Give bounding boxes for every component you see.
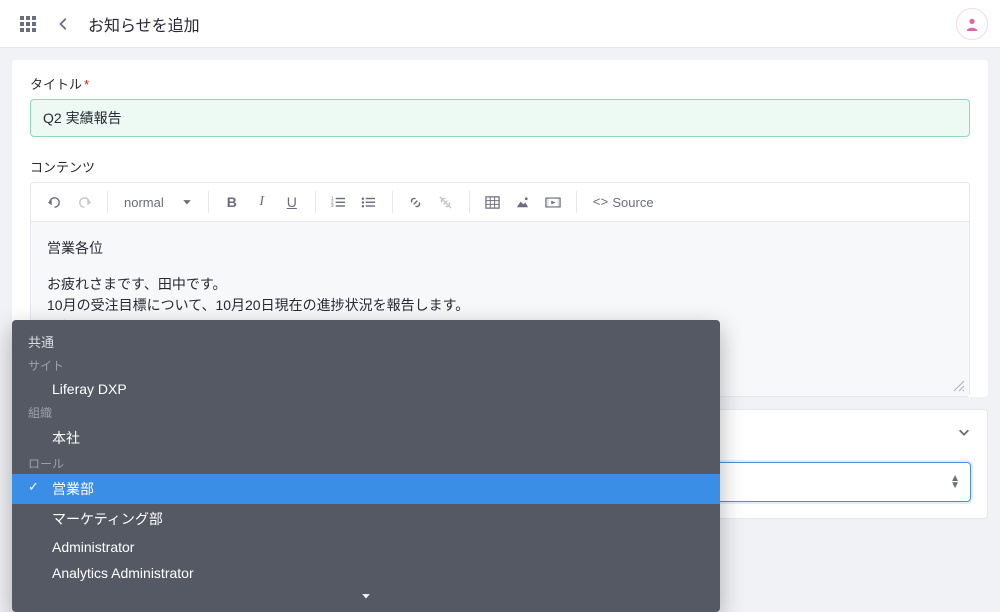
- toolbar-separator: [208, 191, 209, 213]
- svg-text:3: 3: [331, 203, 334, 208]
- editor-line: 10月の受注目標について、10月20日現在の進捗状況を報告します。: [47, 295, 953, 317]
- content-label: コンテンツ: [30, 157, 970, 176]
- dropdown-item-administrator[interactable]: Administrator: [12, 534, 720, 560]
- toolbar-separator: [392, 191, 393, 213]
- dropdown-subheader-role: ロール: [12, 453, 720, 474]
- editor-line: お疲れさまです、田中です。: [47, 274, 953, 296]
- dropdown-subheader-site: サイト: [12, 355, 720, 376]
- unordered-list-button[interactable]: [354, 187, 384, 217]
- page-title: お知らせを追加: [88, 12, 200, 36]
- redo-button[interactable]: [69, 187, 99, 217]
- title-label: タイトル*: [30, 74, 970, 93]
- dropdown-item-marketing[interactable]: マーケティング部: [12, 504, 720, 534]
- toolbar-separator: [469, 191, 470, 213]
- italic-button[interactable]: I: [247, 187, 277, 217]
- source-label: Source: [612, 195, 653, 210]
- topbar: お知らせを追加: [0, 0, 1000, 48]
- title-input[interactable]: [30, 99, 970, 137]
- dropdown-more-indicator[interactable]: [12, 586, 720, 612]
- code-icon: <>: [593, 195, 609, 210]
- text-style-select[interactable]: normal: [116, 187, 200, 217]
- source-button[interactable]: <>Source: [585, 187, 662, 217]
- select-arrows-icon: ▲▼: [950, 475, 960, 489]
- underline-button[interactable]: U: [277, 187, 307, 217]
- ordered-list-button[interactable]: 123: [324, 187, 354, 217]
- title-label-text: タイトル: [30, 77, 82, 92]
- avatar[interactable]: [956, 8, 988, 40]
- toolbar-separator: [107, 191, 108, 213]
- dropdown-group-common[interactable]: 共通: [12, 328, 720, 355]
- bold-button[interactable]: B: [217, 187, 247, 217]
- editor-line: 営業各位: [47, 238, 953, 260]
- image-button[interactable]: [508, 187, 538, 217]
- back-button[interactable]: [48, 8, 80, 40]
- table-button[interactable]: [478, 187, 508, 217]
- toolbar-separator: [315, 191, 316, 213]
- apps-icon[interactable]: [12, 8, 44, 40]
- dropdown-item-analytics-admin[interactable]: Analytics Administrator: [12, 560, 720, 586]
- dropdown-item-honsha[interactable]: 本社: [12, 423, 720, 453]
- unlink-button[interactable]: [431, 187, 461, 217]
- editor-toolbar: normal B I U 123: [31, 183, 969, 222]
- caret-down-icon: [182, 197, 192, 207]
- toolbar-separator: [576, 191, 577, 213]
- resize-handle-icon[interactable]: [951, 378, 965, 392]
- video-button[interactable]: [538, 187, 568, 217]
- dropdown-item-liferay-dxp[interactable]: Liferay DXP: [12, 376, 720, 402]
- chevron-down-icon: [957, 425, 971, 439]
- required-mark: *: [84, 77, 89, 92]
- text-style-label: normal: [124, 195, 164, 210]
- link-button[interactable]: [401, 187, 431, 217]
- dropdown-subheader-org: 組織: [12, 402, 720, 423]
- undo-button[interactable]: [39, 187, 69, 217]
- dropdown-item-sales[interactable]: 営業部: [12, 474, 720, 504]
- distribution-dropdown: 共通 サイト Liferay DXP 組織 本社 ロール 営業部 マーケティング…: [12, 320, 720, 612]
